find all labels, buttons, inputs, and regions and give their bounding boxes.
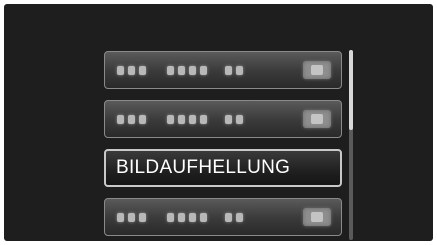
blurred-label bbox=[225, 115, 243, 124]
blurred-label bbox=[117, 213, 146, 222]
menu-item-4[interactable] bbox=[104, 198, 342, 236]
blurred-label bbox=[225, 213, 243, 222]
blurred-label bbox=[167, 115, 207, 124]
menu-item-bildaufhellung[interactable]: BILDAUFHELLUNG bbox=[104, 149, 342, 187]
blurred-item-icon bbox=[303, 208, 331, 226]
camera-menu-screen: BILDAUFHELLUNG bbox=[4, 4, 433, 241]
blurred-label bbox=[117, 115, 146, 124]
blurred-item-icon bbox=[303, 110, 331, 128]
menu-item-1[interactable] bbox=[104, 51, 342, 89]
blurred-item-icon bbox=[303, 61, 331, 79]
menu-item-label: BILDAUFHELLUNG bbox=[116, 157, 291, 178]
scrollbar[interactable] bbox=[349, 50, 353, 240]
scrollbar-thumb[interactable] bbox=[349, 50, 353, 130]
blurred-label bbox=[117, 66, 146, 75]
blurred-label bbox=[167, 213, 207, 222]
blurred-label bbox=[225, 66, 243, 75]
blurred-label bbox=[167, 66, 207, 75]
menu-item-2[interactable] bbox=[104, 100, 342, 138]
